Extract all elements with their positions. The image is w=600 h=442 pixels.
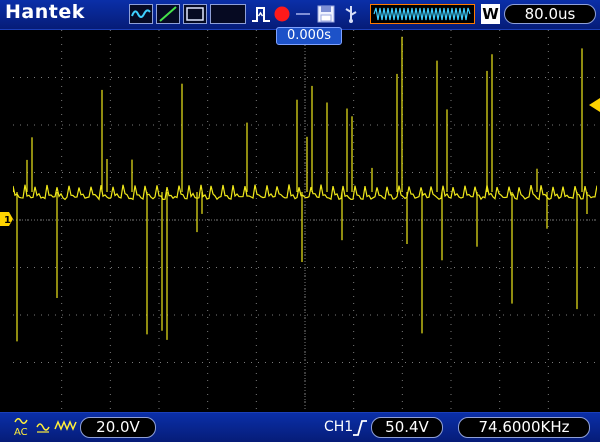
trigger-edge-icon[interactable] bbox=[250, 4, 272, 24]
waveform-spikes bbox=[16, 36, 588, 342]
graticule bbox=[13, 30, 597, 410]
probe-attenuation-icon bbox=[54, 420, 77, 431]
top-toolbar: Hantek W 80.0us bbox=[0, 0, 600, 30]
brand-logo: Hantek bbox=[5, 1, 85, 23]
channel-1-marker-label: 1 bbox=[4, 215, 11, 226]
record-icon[interactable] bbox=[272, 4, 292, 24]
waveform-mode-icon[interactable] bbox=[129, 4, 153, 24]
trigger-source-label: CH1 bbox=[324, 419, 354, 435]
timebase-mode-label: W bbox=[481, 4, 500, 24]
timebase-readout[interactable]: 80.0us bbox=[504, 4, 596, 24]
trigger-frequency-readout: 74.6000KHz bbox=[458, 417, 590, 438]
trigger-position-readout[interactable]: 0.000s bbox=[276, 27, 342, 45]
channel-1-marker[interactable]: 1 bbox=[0, 212, 14, 226]
waveform-display[interactable] bbox=[13, 30, 597, 410]
rising-edge-icon bbox=[353, 420, 367, 436]
ac-coupling-icon bbox=[14, 418, 28, 424]
trigger-level-readout[interactable]: 50.4V bbox=[371, 417, 443, 438]
volts-per-div-readout[interactable]: 20.0V bbox=[80, 417, 156, 438]
bottom-statusbar: AC 20.0V CH1 50.4V 74.6000KHz bbox=[0, 412, 600, 442]
display-mode-icon[interactable] bbox=[183, 4, 207, 24]
memory-depth-indicator bbox=[370, 4, 475, 24]
usb-icon bbox=[340, 4, 362, 24]
ramp-icon[interactable] bbox=[156, 4, 180, 24]
save-icon[interactable] bbox=[315, 4, 337, 24]
coupling-label: AC bbox=[14, 427, 28, 438]
trigger-level-marker[interactable] bbox=[589, 98, 600, 112]
blank-status-box bbox=[210, 4, 246, 24]
bandwidth-limit-icon bbox=[36, 423, 50, 433]
dash-icon bbox=[293, 4, 313, 24]
